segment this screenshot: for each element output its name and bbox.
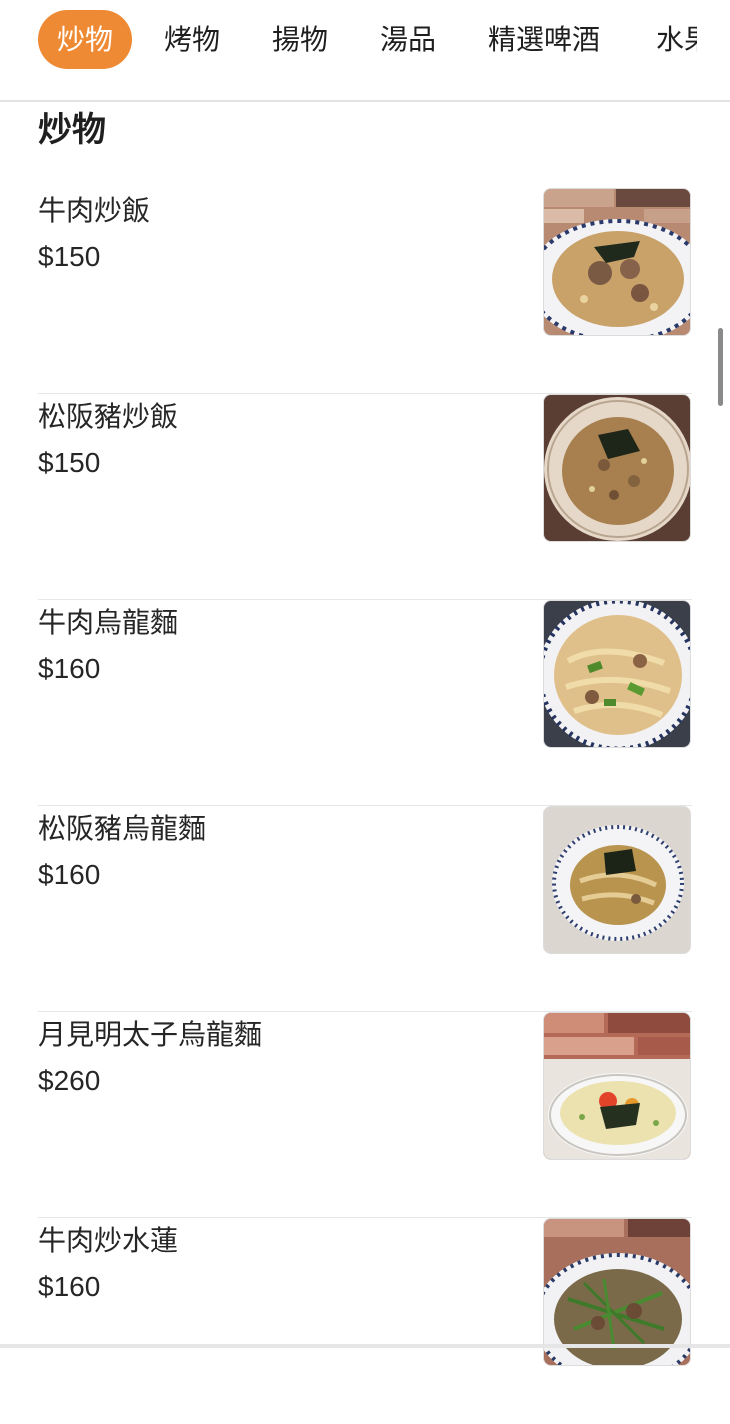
scroll-indicator[interactable] bbox=[718, 328, 723, 406]
category-tab-bar: 炒物 烤物 揚物 湯品 精選啤酒 水果 bbox=[0, 0, 730, 102]
menu-item[interactable]: 松阪豬炒飯 $150 bbox=[38, 394, 692, 600]
food-photo bbox=[543, 394, 691, 542]
item-name: 松阪豬烏龍麵 bbox=[38, 812, 207, 845]
tab-fried[interactable]: 揚物 bbox=[272, 10, 328, 69]
tab-grilled[interactable]: 烤物 bbox=[164, 10, 220, 69]
menu-item[interactable]: 牛肉烏龍麵 $160 bbox=[38, 600, 692, 806]
item-price: $150 bbox=[38, 447, 101, 478]
item-name: 牛肉炒水蓮 bbox=[38, 1224, 179, 1257]
section-title: 炒物 bbox=[38, 110, 106, 150]
food-photo bbox=[543, 600, 691, 748]
menu-item[interactable]: 牛肉炒飯 $150 bbox=[38, 188, 692, 394]
food-photo bbox=[543, 806, 691, 954]
item-price: $160 bbox=[38, 1271, 101, 1302]
tab-stir-fry[interactable]: 炒物 bbox=[38, 10, 133, 69]
food-photo bbox=[543, 1012, 691, 1160]
item-price: $160 bbox=[38, 859, 101, 890]
bottom-divider bbox=[0, 1344, 730, 1348]
item-name: 牛肉烏龍麵 bbox=[38, 606, 179, 639]
item-name: 牛肉炒飯 bbox=[38, 194, 151, 227]
menu-item[interactable]: 月見明太子烏龍麵 $260 bbox=[38, 1012, 692, 1218]
menu-item[interactable]: 松阪豬烏龍麵 $160 bbox=[38, 806, 692, 1012]
item-name: 月見明太子烏龍麵 bbox=[38, 1018, 263, 1051]
item-price: $150 bbox=[38, 241, 101, 272]
tab-fruit[interactable]: 水果 bbox=[656, 10, 697, 69]
tab-soup[interactable]: 湯品 bbox=[380, 10, 436, 69]
item-price: $260 bbox=[38, 1065, 101, 1096]
item-price: $160 bbox=[38, 653, 101, 684]
menu-item[interactable]: 牛肉炒水蓮 $160 bbox=[38, 1218, 692, 1424]
food-photo bbox=[543, 188, 691, 336]
tab-craft-beer[interactable]: 精選啤酒 bbox=[488, 10, 600, 69]
item-name: 松阪豬炒飯 bbox=[38, 400, 179, 433]
